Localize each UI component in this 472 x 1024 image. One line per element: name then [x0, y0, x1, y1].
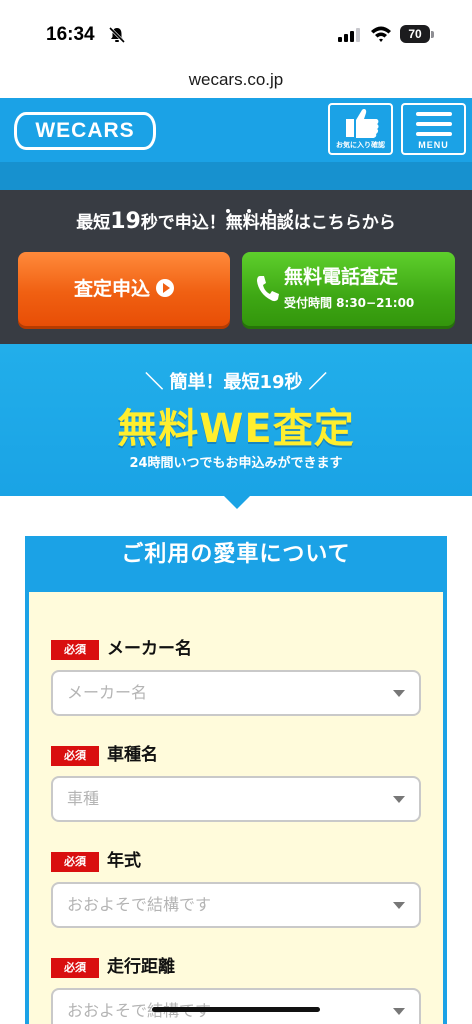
site-header: WECARS お気に入り確認 MENU [0, 98, 472, 162]
phone-hours: 受付時間 8:30−21:00 [284, 296, 415, 310]
play-circle-icon [156, 279, 174, 297]
phone-icon [257, 276, 279, 302]
car-info-form: ご利用の愛車について 必須 メーカー名 メーカー名 必須 車種名 車種 必須 年式 お… [25, 536, 447, 1024]
required-badge: 必須 [51, 746, 99, 766]
home-indicator[interactable] [152, 1007, 320, 1012]
chevron-down-icon [393, 1008, 405, 1015]
favorites-label: お気に入り確認 [336, 141, 385, 149]
bell-slash-icon [108, 26, 126, 44]
signal-icon [338, 28, 360, 42]
address-bar[interactable]: wecars.co.jp [0, 62, 472, 98]
chevron-down-icon [393, 902, 405, 909]
maker-label: 必須 メーカー名 [51, 638, 192, 660]
model-label: 必須 車種名 [51, 744, 158, 766]
cta-heading: 最短19秒で申込！無料相談はこちらから [76, 209, 396, 234]
required-badge: 必須 [51, 958, 99, 978]
required-badge: 必須 [51, 640, 99, 660]
menu-label: MENU [418, 140, 449, 150]
favorites-button[interactable]: お気に入り確認 [328, 103, 393, 155]
chevron-down-icon [393, 690, 405, 697]
apply-button[interactable]: 査定申込 [18, 252, 230, 326]
wifi-icon [371, 26, 391, 42]
phone-button-label: 無料電話査定 [284, 266, 399, 288]
year-select[interactable]: おおよそで結構です [51, 882, 421, 928]
hero-banner: ＼ 簡単！最短19秒 ／ 無料WE査定 24時間いつでもお申込みができます [0, 344, 472, 496]
mileage-select[interactable]: おおよそで結構です [51, 988, 421, 1024]
cta-band: 最短19秒で申込！無料相談はこちらから 査定申込 無料電話査定 受付時間 8:3… [0, 190, 472, 344]
form-body: 必須 メーカー名 メーカー名 必須 車種名 車種 必須 年式 おおよそで結構です 必須… [29, 592, 443, 1024]
status-time: 16:34 [46, 24, 95, 45]
maker-select[interactable]: メーカー名 [51, 670, 421, 716]
model-select[interactable]: 車種 [51, 776, 421, 822]
thumbs-up-icon [346, 109, 379, 138]
hero-title: 無料WE査定 [117, 406, 355, 452]
status-bar: 16:34 70 [0, 0, 472, 62]
hero-subtitle: 24時間いつでもお申込みができます [129, 456, 343, 471]
year-label: 必須 年式 [51, 850, 141, 872]
chevron-down-icon [393, 796, 405, 803]
hero-pointer [224, 496, 250, 509]
battery-nub [431, 31, 434, 38]
emphasis-dots [226, 198, 316, 213]
form-title: ご利用の愛車について [121, 542, 351, 567]
hero-tagline: ＼ 簡単！最短19秒 ／ [145, 372, 327, 393]
required-badge: 必須 [51, 852, 99, 872]
battery-icon: 70 [400, 25, 430, 43]
phone-assessment-button[interactable]: 無料電話査定 受付時間 8:30−21:00 [242, 252, 455, 326]
mileage-label: 必須 走行距離 [51, 956, 175, 978]
menu-button[interactable]: MENU [401, 103, 466, 155]
wecars-logo[interactable]: WECARS [14, 112, 156, 150]
header-strip [0, 162, 472, 190]
